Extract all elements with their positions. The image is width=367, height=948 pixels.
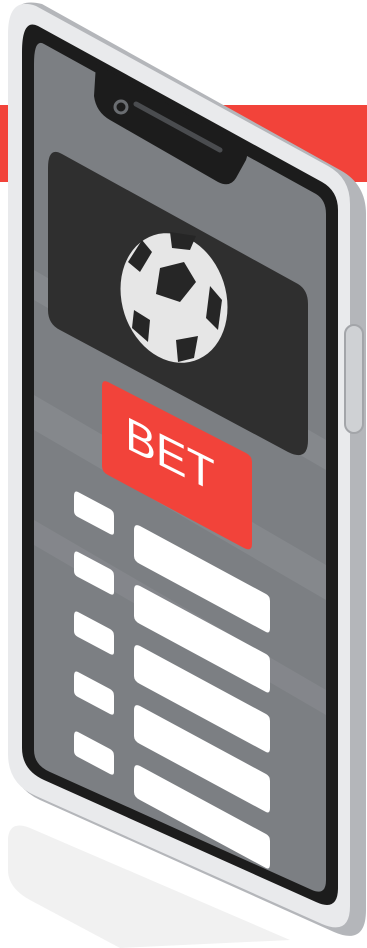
- side-button: [344, 324, 364, 434]
- camera-icon: [113, 99, 129, 115]
- phone-illustration: BET: [0, 2, 367, 948]
